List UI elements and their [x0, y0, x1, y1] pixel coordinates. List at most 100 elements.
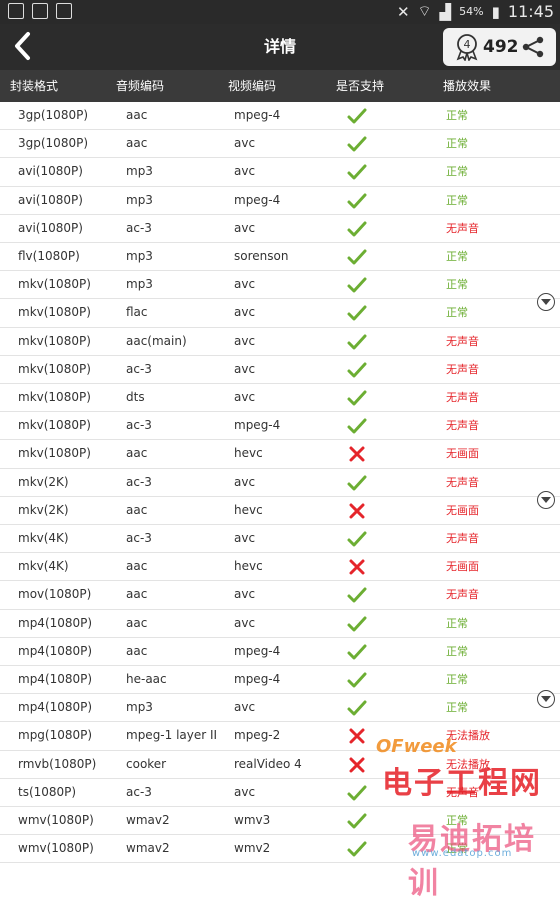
- container-format-cell: mkv(1080P): [18, 390, 91, 404]
- video-codec-cell: avc: [234, 784, 256, 799]
- audio-codec-cell: mp3: [126, 249, 153, 263]
- audio-codec-cell: ac-3: [126, 784, 152, 799]
- audio-codec-cell: mp3: [126, 164, 153, 179]
- mute-icon: ✕: [396, 2, 410, 21]
- video-codec-cell: avc: [234, 136, 256, 151]
- container-format-cell: mp4(1080P): [18, 615, 93, 630]
- playback-result-cell: 正常: [446, 616, 468, 630]
- signal-icon: ▟: [439, 2, 452, 21]
- video-codec-cell: hevc: [234, 446, 263, 461]
- container-format-cell: mkv(1080P): [18, 305, 91, 320]
- playback-result-cell: 无画面: [446, 560, 479, 574]
- container-format-cell: 3gp(1080P): [18, 108, 89, 122]
- video-codec-cell: avc: [234, 164, 256, 179]
- playback-result-cell: 正常: [446, 165, 468, 179]
- audio-codec-cell: aac: [126, 136, 148, 151]
- table-row: mov(1080P) aac avc 无声音: [0, 581, 560, 610]
- container-format-cell: mpg(1080P): [18, 728, 93, 743]
- cross-icon: [349, 503, 365, 519]
- audio-codec-cell: flac: [126, 305, 148, 320]
- audio-codec-cell: ac-3: [126, 531, 152, 545]
- table-row: 3gp(1080P) aac avc 正常: [0, 130, 560, 159]
- table-row: mkv(2K) aac hevc 无画面: [0, 497, 560, 525]
- container-format-cell: mkv(1080P): [18, 277, 91, 292]
- audio-codec-cell: mp3: [126, 700, 153, 715]
- scroll-down-icon[interactable]: [537, 491, 555, 509]
- check-icon: [347, 305, 367, 321]
- column-header-supported: 是否支持: [336, 79, 385, 93]
- audio-codec-cell: aac: [126, 446, 148, 461]
- container-format-cell: avi(1080P): [18, 220, 83, 235]
- audio-codec-cell: mpeg-1 layer II: [126, 728, 218, 743]
- video-codec-cell: avc: [234, 587, 256, 602]
- container-format-cell: mkv(1080P): [18, 333, 91, 348]
- container-format-cell: 3gp(1080P): [18, 136, 89, 151]
- container-format-cell: rmvb(1080P): [18, 756, 97, 771]
- playback-result-cell: 正常: [446, 278, 468, 292]
- table-row: avi(1080P) mp3 mpeg-4 正常: [0, 187, 560, 215]
- audio-codec-cell: ac-3: [126, 418, 152, 433]
- container-format-cell: mkv(1080P): [18, 361, 91, 376]
- audio-codec-cell: he-aac: [126, 672, 167, 686]
- playback-result-cell: 正常: [446, 644, 468, 658]
- audio-codec-cell: aac: [126, 108, 148, 122]
- check-icon: [347, 108, 367, 124]
- column-header-video: 视频编码: [228, 79, 277, 93]
- scroll-down-icon[interactable]: [537, 293, 555, 311]
- table-row: mp4(1080P) mp3 avc 正常: [0, 694, 560, 723]
- table-row: flv(1080P) mp3 sorenson 正常: [0, 243, 560, 272]
- clock: 11:45: [507, 2, 554, 21]
- container-format-cell: mkv(2K): [18, 502, 69, 517]
- audio-codec-cell: cooker: [126, 756, 167, 771]
- table-row: mkv(1080P) aac hevc 无画面: [0, 440, 560, 469]
- check-icon: [347, 475, 367, 491]
- container-format-cell: mkv(1080P): [18, 446, 91, 461]
- playback-result-cell: 无声音: [446, 362, 479, 376]
- playback-result-cell: 无声音: [446, 334, 479, 348]
- medal-icon[interactable]: 4: [453, 33, 481, 61]
- check-icon: [347, 362, 367, 378]
- check-icon: [347, 277, 367, 293]
- table-row: mkv(1080P) flac avc 正常: [0, 299, 560, 328]
- audio-codec-cell: mp3: [126, 192, 153, 207]
- check-icon: [347, 221, 367, 237]
- scroll-down-icon[interactable]: [537, 690, 555, 708]
- watermark-line1: 电子工程网: [382, 766, 542, 801]
- table-header: 封装格式 音频编码 视频编码 是否支持 播放效果: [0, 70, 560, 102]
- check-icon: [347, 390, 367, 406]
- check-icon: [347, 813, 367, 829]
- app-bar: 详情 4 492: [0, 24, 560, 70]
- battery-percent: 54%: [459, 5, 484, 18]
- container-format-cell: wmv(1080P): [18, 813, 94, 827]
- container-format-cell: mov(1080P): [18, 587, 92, 602]
- video-codec-cell: mpeg-4: [234, 108, 281, 122]
- check-icon: [347, 164, 367, 180]
- video-codec-cell: avc: [234, 305, 256, 320]
- video-codec-cell: avc: [234, 361, 256, 376]
- back-button[interactable]: [6, 26, 40, 66]
- svg-text:4: 4: [464, 38, 471, 51]
- audio-codec-cell: wmav2: [126, 813, 170, 827]
- table-row: mkv(1080P) aac(main) avc 无声音: [0, 328, 560, 356]
- playback-result-cell: 无画面: [446, 447, 479, 461]
- audio-codec-cell: aac(main): [126, 333, 187, 348]
- table-row: mkv(2K) ac-3 avc 无声音: [0, 469, 560, 497]
- check-icon: [347, 644, 367, 660]
- video-codec-cell: avc: [234, 615, 256, 630]
- playback-result-cell: 正常: [446, 109, 468, 122]
- video-codec-cell: hevc: [234, 559, 263, 574]
- watermark-url: www.edatop.com: [412, 848, 513, 859]
- notification-icons: [8, 3, 72, 19]
- container-format-cell: mp4(1080P): [18, 643, 93, 658]
- video-codec-cell: realVideo 4: [234, 756, 302, 771]
- table-row: mp4(1080P) aac mpeg-4 正常: [0, 638, 560, 666]
- check-icon: [347, 672, 367, 688]
- share-icon[interactable]: [521, 35, 545, 59]
- container-format-cell: avi(1080P): [18, 164, 83, 179]
- playback-result-cell: 无声音: [446, 391, 479, 404]
- video-codec-cell: mpeg-2: [234, 728, 281, 743]
- back-arrow-icon: [15, 32, 30, 60]
- video-codec-cell: mpeg-4: [234, 418, 281, 433]
- table-row: mp4(1080P) he-aac mpeg-4 正常: [0, 666, 560, 695]
- video-codec-cell: avc: [234, 333, 256, 348]
